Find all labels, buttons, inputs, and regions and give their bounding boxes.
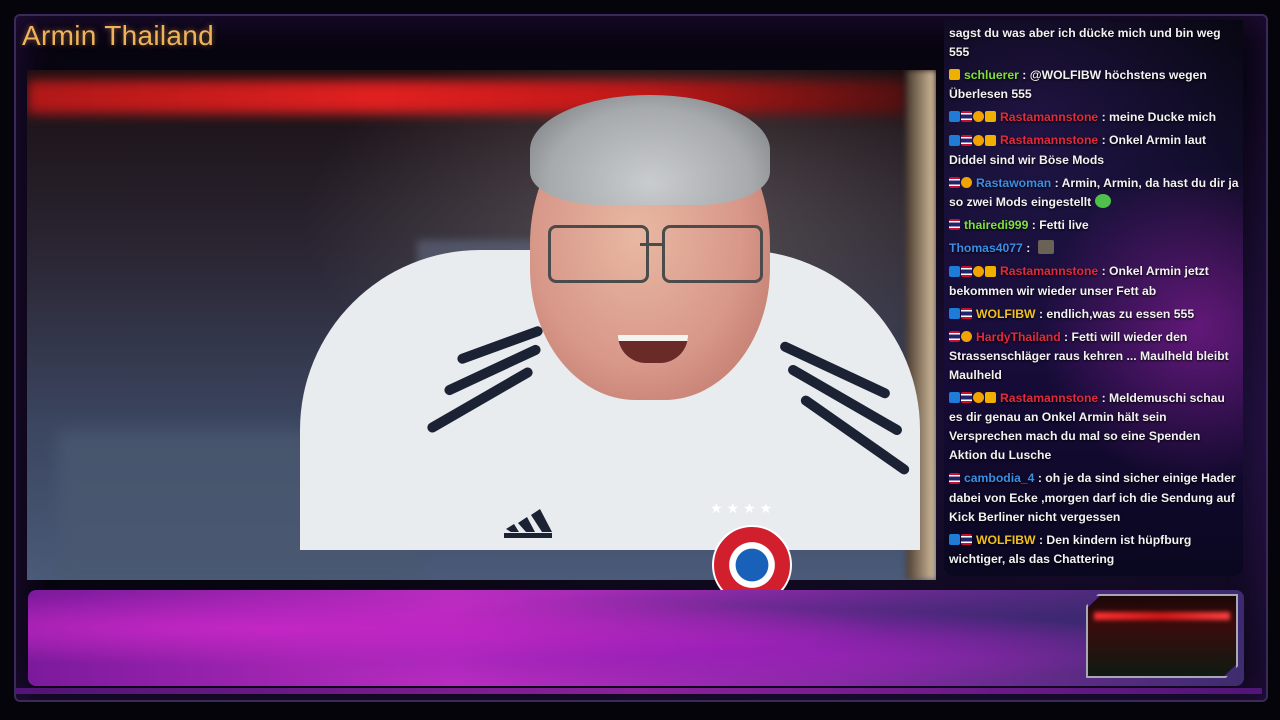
user-badges: [949, 328, 973, 347]
flag-badge-icon: [961, 534, 972, 545]
chat-message: Thomas4077 :: [949, 239, 1239, 258]
flag-badge-icon: [949, 219, 960, 231]
user-badges: [949, 174, 973, 193]
flag-badge-icon: [949, 331, 960, 343]
chat-separator: :: [1034, 471, 1046, 486]
chat-message: Rastamannstone : Onkel Armin laut Diddel…: [949, 131, 1239, 169]
mod-badge-icon: [949, 534, 960, 545]
user-badges: [949, 216, 961, 235]
glasses-right-lens: [662, 225, 763, 283]
user-badges: [949, 132, 997, 151]
chat-username[interactable]: HardyThailand: [976, 330, 1061, 344]
chat-username[interactable]: schluerer: [964, 68, 1019, 82]
crown-badge-icon: [985, 134, 996, 146]
bottom-banner: [28, 590, 1244, 686]
chat-username[interactable]: Rastamannstone: [1000, 391, 1098, 405]
chat-message: Rastamannstone : meine Ducke mich: [949, 108, 1239, 127]
mod-badge-icon: [949, 265, 960, 277]
user-badges: [949, 470, 961, 489]
chat-message: WOLFIBW : endlich,was zu essen 555: [949, 305, 1239, 324]
chat-username[interactable]: WOLFIBW: [976, 307, 1036, 321]
flag-badge-icon: [961, 111, 972, 123]
chat-username[interactable]: Rastamannstone: [1000, 264, 1098, 278]
crown-badge-icon: [949, 69, 960, 81]
chat-message: HardyThailand : Fetti will wieder den St…: [949, 328, 1239, 385]
chat-message: cambodia_4 : oh je da sind sicher einige…: [949, 469, 1239, 526]
gift-badge-icon: [961, 177, 972, 189]
flag-badge-icon: [961, 134, 972, 146]
user-badges: [949, 531, 973, 550]
chat-separator: :: [1060, 329, 1072, 344]
flag-badge-icon: [961, 265, 972, 277]
glasses-bridge: [640, 243, 665, 246]
flag-badge-icon: [961, 307, 972, 319]
mod-badge-icon: [949, 392, 960, 404]
chat-message: thairedi999 : Fetti live: [949, 216, 1239, 235]
user-badges: [949, 389, 997, 408]
chat-separator: :: [1051, 175, 1062, 190]
chat-message: WOLFIBW : Den kindern ist hüpfburg wicht…: [949, 531, 1239, 569]
chat-text: Fetti live: [1039, 218, 1089, 233]
overlay-glow: [16, 688, 1262, 694]
user-badges: [949, 66, 961, 85]
streamer-hair: [530, 95, 770, 205]
chat-emote-icon: [1037, 240, 1054, 255]
chat-username[interactable]: Rastamannstone: [1000, 110, 1098, 124]
crown-badge-icon: [985, 392, 996, 404]
mod-badge-icon: [949, 134, 960, 146]
chat-separator: :: [1098, 110, 1110, 125]
chat-separator: :: [1035, 306, 1047, 321]
chat-separator: :: [1035, 532, 1047, 547]
chat-separator: :: [1098, 264, 1110, 279]
chat-separator: :: [1018, 67, 1030, 82]
chat-text: @WOLFIBW Ja das sagst du was aber ich dü…: [949, 20, 1222, 59]
chat-username[interactable]: Rastamannstone: [1000, 20, 1098, 21]
glasses-left-lens: [548, 225, 649, 283]
background-red-light: [27, 80, 907, 114]
chat-message: Rastawoman : Armin, Armin, da hast du di…: [949, 174, 1239, 212]
chat-username[interactable]: Thomas4077: [949, 241, 1023, 255]
user-badges: [949, 108, 997, 127]
chat-separator: :: [1028, 218, 1040, 233]
chat-username[interactable]: Rastamannstone: [1000, 133, 1098, 147]
flag-badge-icon: [949, 177, 960, 189]
mod-badge-icon: [949, 111, 960, 123]
mod-badge-icon: [949, 307, 960, 319]
chat-message: schluerer : @WOLFIBW höchstens wegen Übe…: [949, 66, 1239, 104]
chat-message: Rastamannstone : @WOLFIBW Ja das sagst d…: [949, 20, 1239, 62]
shirt-stars: ★★★★: [710, 500, 777, 516]
chat-username[interactable]: WOLFIBW: [976, 533, 1036, 547]
gift-badge-icon: [973, 111, 984, 123]
gift-badge-icon: [973, 134, 984, 146]
flag-badge-icon: [949, 472, 960, 484]
flag-badge-icon: [961, 392, 972, 404]
chat-emote-icon: [1095, 194, 1112, 209]
user-badges: [949, 20, 997, 24]
stream-title: Armin Thailand: [22, 20, 214, 51]
gift-badge-icon: [961, 331, 972, 343]
chat-username[interactable]: thairedi999: [964, 218, 1028, 232]
chat-panel[interactable]: auf stille treppe setzen kann 555Rastama…: [944, 20, 1243, 576]
chat-text: meine Ducke mich: [1109, 110, 1217, 125]
chat-username[interactable]: Rastawoman: [976, 176, 1051, 190]
chat-message-list: auf stille treppe setzen kann 555Rastama…: [949, 20, 1239, 573]
secondary-cam-frame: [1086, 594, 1238, 678]
user-badges: [949, 305, 973, 324]
crown-badge-icon: [985, 265, 996, 277]
chat-separator: :: [1098, 391, 1110, 406]
gift-badge-icon: [973, 265, 984, 277]
chat-separator: :: [1098, 133, 1110, 148]
gift-badge-icon: [973, 392, 984, 404]
chat-separator: :: [1098, 20, 1109, 21]
chat-username[interactable]: cambodia_4: [964, 471, 1034, 485]
crown-badge-icon: [985, 111, 996, 123]
chat-text: endlich,was zu essen 555: [1046, 306, 1195, 321]
adidas-logo-icon: [504, 509, 552, 538]
user-badges: [949, 263, 997, 282]
chat-message: Rastamannstone : Onkel Armin jetzt bekom…: [949, 262, 1239, 300]
chat-message: Rastamannstone : Meldemuschi schau es di…: [949, 389, 1239, 465]
